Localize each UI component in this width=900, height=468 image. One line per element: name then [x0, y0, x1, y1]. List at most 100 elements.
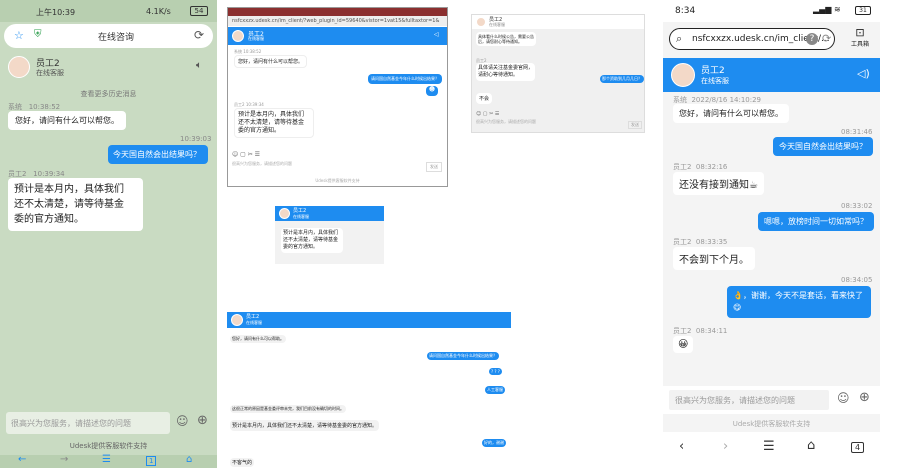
emoji-icon[interactable]: ☺: [176, 414, 189, 428]
refresh-icon[interactable]: ⟳: [822, 32, 831, 45]
battery-icon: 31: [855, 6, 871, 15]
sys-label: 系统: [234, 49, 242, 54]
sys-time: 10:38:52: [243, 49, 262, 54]
address-bar[interactable]: ⌕ nsfcxxzx.udesk.cn/im_client/... ? ⟳: [669, 28, 835, 50]
toolbox-icon: ⊡: [855, 26, 865, 39]
address-bar[interactable]: ☆ ⛨ 在线咨询 ⟳: [4, 24, 213, 48]
user-message-1: 今天国自然会出结果吗？: [773, 137, 873, 156]
forward-icon[interactable]: ›: [723, 439, 728, 454]
plus-icon[interactable]: ⊕: [197, 413, 208, 428]
user-message-2: ? ? ?: [489, 368, 502, 375]
agent-label: 员工2: [234, 102, 245, 107]
chat-header: 员工2 在线客服 ◁): [663, 58, 880, 92]
send-button[interactable]: 发送: [628, 121, 642, 129]
history-hint[interactable]: 查看更多历史消息: [0, 89, 217, 99]
agent-status: 在线客服: [701, 77, 729, 85]
star-icon[interactable]: ☆: [14, 29, 24, 42]
agent-time: 08:33:35: [695, 238, 728, 246]
url-text: 在线咨询: [98, 33, 135, 43]
send-button[interactable]: 发送: [426, 162, 442, 172]
status-bar: 8:34 ▂▄▆ ≋ 31: [663, 0, 880, 22]
chat-header: 员工2 在线客服: [227, 312, 511, 328]
agent-message-2: 不会: [476, 93, 493, 104]
user-message: 那个资助到几月几日？: [600, 75, 644, 83]
volume-icon[interactable]: ◁: [434, 31, 439, 38]
agent-status: 在线客服: [489, 22, 505, 27]
bottom-nav: ← → ☰ 1 ⌂: [0, 454, 217, 468]
user-message-3: 👌，谢谢，今天不是套话，看来快了😋: [727, 286, 871, 318]
agent-avatar: [476, 17, 486, 27]
sys-time: 2022/8/16 14:10:29: [691, 96, 762, 104]
agent-avatar: [231, 314, 243, 326]
agent-name: 员工2: [293, 208, 307, 214]
battery-icon: 54: [190, 6, 208, 16]
time-1: 08:31:46: [841, 128, 873, 136]
input-bar: 很高兴为您服务，请描述您的问题 ☺ ⊕: [663, 386, 880, 414]
sys-time: 10:38:52: [28, 103, 61, 111]
message-input[interactable]: 很高兴为您服务，请描述您的问题: [669, 390, 829, 410]
input-bar: 很高兴为您服务，请描述您的问题 ☺ ⊕: [0, 408, 217, 438]
help-icon[interactable]: ?: [806, 33, 818, 45]
status-bar: 上午10:39 4.1K/s 54: [0, 0, 217, 22]
agent-label: 员工2: [673, 163, 692, 171]
left-phone-screenshot: 上午10:39 4.1K/s 54 ☆ ⛨ 在线咨询 ⟳ 员工2 在线客服 🔈︎…: [0, 0, 217, 468]
desktop-browser-screenshot: nsfcxxzx.udesk.cn/im_client/?web_plugin_…: [227, 7, 448, 187]
volume-icon[interactable]: ◁): [857, 67, 870, 80]
agent-avatar: [671, 63, 695, 87]
back-icon[interactable]: ‹: [679, 439, 684, 454]
user-message: 请问国自然基金今年什么时候出结果？: [368, 74, 442, 84]
emoji-icon[interactable]: ☺: [837, 391, 850, 405]
agent-label: 员工2: [673, 238, 692, 246]
sys-label: 系统: [673, 96, 687, 104]
agent-time: 08:34:11: [695, 327, 728, 335]
agent-time: 08:32:16: [695, 163, 728, 171]
browser-url[interactable]: nsfcxxzx.udesk.cn/im_client/?web_plugin_…: [232, 18, 439, 24]
refresh-icon[interactable]: ⟳: [194, 28, 204, 42]
agent-status: 在线客服: [293, 214, 309, 219]
user-message-4: 好的，谢谢: [482, 439, 506, 447]
agent-message: 预计是本月内，具体我们 还不太清楚，请等待基金 委的官方通知。: [234, 108, 314, 138]
small-mid-screenshot: 员工2 在线客服 预计是本月内，具体我们 还不太清楚，请等待基金 委的官方通知。: [275, 206, 384, 264]
volume-icon[interactable]: 🔈︎: [196, 60, 202, 71]
shield-icon: ⛨: [34, 29, 42, 40]
back-icon[interactable]: ←: [18, 454, 26, 465]
tab-count[interactable]: 4: [851, 442, 865, 453]
status-speed: 4.1K/s: [146, 7, 171, 16]
chat-header: 员工2 在线客服: [275, 206, 384, 221]
agent-message-3: 😀: [673, 336, 694, 353]
tab-count[interactable]: 1: [146, 456, 157, 466]
sys-message: 您好，请问有什么可以帮助。: [230, 335, 286, 343]
agent-avatar: [279, 208, 290, 219]
sys-label: 系统: [8, 103, 22, 111]
agent-name: 员工2: [246, 314, 260, 320]
agent-meta-3: 员工2 08:34:11: [673, 326, 727, 336]
footer-text: Udesk提供客服软件支持: [315, 178, 360, 183]
desktop-input[interactable]: 很高兴为您服务，请描述您的问题: [232, 161, 382, 167]
user-time: 10:39:03: [180, 135, 212, 143]
user-message-3: 人工客服: [485, 386, 505, 394]
home-icon[interactable]: ⌂: [807, 438, 815, 453]
menu-icon[interactable]: ☰: [763, 439, 775, 454]
agent-label: 员工2: [8, 170, 27, 178]
chat-header: 员工2 在线客服 🔈︎: [0, 52, 217, 82]
forward-icon[interactable]: →: [60, 454, 68, 465]
agent-message-1: 具体请关注基金委官网， 请耐心等待通知。: [476, 63, 536, 81]
input[interactable]: 很高兴为您服务，请描述您的问题: [476, 119, 536, 125]
home-icon[interactable]: ⌂: [186, 454, 192, 465]
desktop-toolbar: ☺ ▢ ✂ ☰: [232, 151, 261, 158]
agent-message-1: 这很正常的原因是基金委评审未完，我们目前没有确切的时间。: [230, 405, 346, 413]
status-time: 8:34: [675, 6, 696, 16]
agent-message: 预计是本月内，具体我们 还不太清楚，请等待基金 委的官方通知。: [8, 178, 143, 231]
menu-icon[interactable]: ☰: [102, 454, 111, 465]
desktop-chat-header: 员工2 在线客服 ◁: [228, 27, 447, 45]
message-input[interactable]: 很高兴为您服务，请描述您的问题: [6, 412, 170, 434]
right-phone-screenshot: 8:34 ▂▄▆ ≋ 31 ⌕ nsfcxxzx.udesk.cn/im_cli…: [663, 0, 880, 468]
agent-name: 员工2: [701, 66, 725, 76]
toolbox-label: 工具箱: [850, 41, 869, 48]
toolbox-button[interactable]: ⊡ 工具箱: [843, 26, 877, 52]
sys-message: 您好，请问有什么可以帮您。: [8, 111, 126, 130]
plus-icon[interactable]: ⊕: [859, 390, 870, 405]
user-message-2: 嗯嗯，放榜时间一切如常吗？: [758, 212, 874, 231]
status-time: 上午10:39: [36, 8, 76, 17]
agent-meta-2: 员工2 08:33:35: [673, 237, 727, 247]
